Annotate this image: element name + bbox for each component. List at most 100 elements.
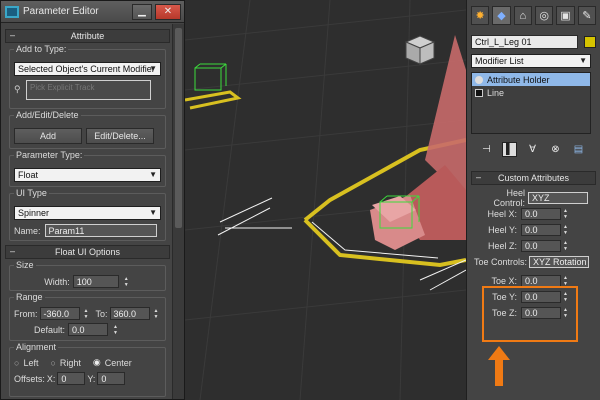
float-ui-rollout-header[interactable]: – Float UI Options bbox=[5, 245, 170, 259]
attribute-rollout: – Attribute Add to Type: Selected Object… bbox=[5, 29, 170, 241]
pick-track-icon[interactable]: ⚲ bbox=[14, 84, 26, 96]
expand-icon[interactable] bbox=[475, 88, 483, 97]
heel-y-spinner-icon[interactable]: ▲ ▼ bbox=[563, 224, 570, 236]
parameter-editor-app-icon bbox=[5, 5, 19, 18]
show-end-result-button[interactable]: ▌ bbox=[502, 142, 517, 157]
modify-icon: ◆ bbox=[497, 10, 506, 22]
stack-item-line[interactable]: Line bbox=[472, 86, 590, 99]
modifier-list-label: Modifier List bbox=[475, 56, 524, 66]
default-label: Default: bbox=[34, 324, 66, 335]
offsets-label: Offsets: bbox=[14, 373, 45, 384]
toe-controls-field[interactable]: XYZ Rotation bbox=[529, 255, 589, 268]
from-spinner-icon[interactable]: ▲ ▼ bbox=[84, 308, 91, 320]
align-right-radio[interactable]: ○ bbox=[50, 358, 55, 368]
minimize-icon: ▁ bbox=[138, 6, 146, 17]
make-unique-button[interactable]: ∀ bbox=[525, 142, 540, 157]
pick-track-field[interactable]: Pick Explicit Track bbox=[26, 80, 151, 100]
add-to-type-label: Add to Type: bbox=[14, 44, 69, 54]
heel-z-spinner-icon[interactable]: ▲ ▼ bbox=[563, 240, 570, 252]
heel-y-field[interactable]: 0.0 bbox=[521, 223, 561, 236]
align-center-radio[interactable]: ◉ bbox=[93, 357, 101, 368]
name-field[interactable]: Param11 bbox=[44, 224, 157, 237]
range-group: Range From: -360.0 ▲ ▼ To: 360.0 ▲ ▼ Defau… bbox=[9, 292, 166, 341]
heel-z-label: Heel Z: bbox=[487, 240, 517, 251]
ui-type-dropdown[interactable]: Spinner ▼ bbox=[14, 206, 161, 220]
size-label: Size bbox=[14, 260, 36, 270]
close-button[interactable]: ✕ bbox=[155, 3, 181, 20]
heel-control-field[interactable]: XYZ bbox=[528, 191, 588, 204]
custom-attributes-title: Custom Attributes bbox=[497, 173, 570, 183]
custom-attributes-header[interactable]: – Custom Attributes bbox=[471, 171, 596, 185]
tab-display[interactable]: ▣ bbox=[556, 6, 575, 25]
default-field[interactable]: 0.0 bbox=[68, 323, 109, 336]
align-center-label: Center bbox=[104, 357, 132, 368]
object-name-row: Ctrl_L_Leg 01 bbox=[471, 35, 596, 49]
view-cube-icon bbox=[404, 35, 436, 65]
float-ui-rollout-title: Float UI Options bbox=[54, 247, 121, 257]
alignment-group: Alignment ○ Left ○ Right ◉ Center Offset… bbox=[9, 342, 166, 397]
tab-utilities[interactable]: ✎ bbox=[577, 6, 596, 25]
motion-icon: ◎ bbox=[539, 10, 549, 22]
stack-item-label: Attribute Holder bbox=[487, 74, 550, 85]
object-color-swatch[interactable] bbox=[584, 36, 596, 48]
configure-sets-button[interactable]: ▤ bbox=[571, 142, 586, 157]
tab-modify[interactable]: ◆ bbox=[492, 6, 511, 25]
add-to-type-dropdown[interactable]: Selected Object's Current Modifier ▼ bbox=[14, 62, 161, 76]
parameter-editor-titlebar[interactable]: Parameter Editor ▁ ✕ bbox=[1, 1, 184, 23]
chevron-down-icon: ▼ bbox=[149, 208, 157, 217]
offset-x-field[interactable]: 0 bbox=[57, 372, 86, 385]
scrollbar-thumb[interactable] bbox=[175, 28, 182, 228]
width-spinner-icon[interactable]: ▲ ▼ bbox=[124, 276, 131, 288]
parameter-type-value: Float bbox=[18, 170, 39, 180]
to-field[interactable]: 360.0 bbox=[109, 307, 150, 320]
stack-tools: ⊣ ▌ ∀ ⊗ ▤ bbox=[479, 142, 600, 157]
configure-icon: ▤ bbox=[573, 144, 584, 155]
align-left-radio[interactable]: ○ bbox=[14, 358, 19, 368]
object-name-field[interactable]: Ctrl_L_Leg 01 bbox=[471, 35, 579, 49]
stack-item-attribute-holder[interactable]: Attribute Holder bbox=[472, 73, 590, 86]
tab-create[interactable]: ✸ bbox=[471, 6, 490, 25]
tab-hierarchy[interactable]: ⌂ bbox=[513, 6, 532, 25]
end-result-icon: ▌ bbox=[505, 144, 514, 155]
pin-stack-button[interactable]: ⊣ bbox=[479, 142, 494, 157]
parameter-type-dropdown[interactable]: Float ▼ bbox=[14, 168, 161, 182]
add-edit-delete-group: Add/Edit/Delete Add Edit/Delete... bbox=[9, 110, 166, 149]
light-bulb-icon[interactable] bbox=[475, 75, 483, 84]
modifier-list-row: Modifier List ▼ bbox=[471, 54, 596, 68]
toe-x-field[interactable]: 0.0 bbox=[521, 274, 561, 287]
attribute-rollout-title: Attribute bbox=[70, 31, 105, 41]
toe-x-label: Toe X: bbox=[491, 275, 517, 286]
heel-x-spinner-icon[interactable]: ▲ ▼ bbox=[563, 208, 570, 220]
collapse-icon: – bbox=[10, 246, 16, 256]
remove-modifier-button[interactable]: ⊗ bbox=[548, 142, 563, 157]
parameter-editor-scrollbar[interactable] bbox=[172, 24, 184, 399]
minimize-button[interactable]: ▁ bbox=[132, 3, 152, 20]
heel-control-label: Heel Control: bbox=[493, 187, 525, 208]
wrench-icon: ✎ bbox=[582, 10, 592, 22]
toe-controls-label: Toe Controls: bbox=[473, 256, 527, 267]
from-field[interactable]: -360.0 bbox=[39, 307, 80, 320]
modifier-list-dropdown[interactable]: Modifier List ▼ bbox=[471, 54, 591, 68]
default-spinner-icon[interactable]: ▲ ▼ bbox=[113, 324, 120, 336]
toe-fields-highlight bbox=[482, 286, 578, 342]
width-field[interactable]: 100 bbox=[72, 275, 119, 288]
attribute-rollout-header[interactable]: – Attribute bbox=[5, 29, 170, 43]
to-spinner-icon[interactable]: ▲ ▼ bbox=[154, 308, 161, 320]
offset-y-label: Y: bbox=[87, 373, 96, 384]
add-to-type-group: Add to Type: Selected Object's Current M… bbox=[9, 44, 166, 109]
chevron-down-icon: ▼ bbox=[149, 170, 157, 179]
heel-x-field[interactable]: 0.0 bbox=[521, 207, 561, 220]
tab-motion[interactable]: ◎ bbox=[534, 6, 554, 25]
parameter-editor-title: Parameter Editor bbox=[23, 6, 99, 17]
toe-x-spinner-icon[interactable]: ▲ ▼ bbox=[563, 275, 570, 287]
heel-x-label: Heel X: bbox=[487, 208, 517, 219]
edit-delete-button[interactable]: Edit/Delete... bbox=[86, 128, 154, 144]
heel-z-field[interactable]: 0.0 bbox=[521, 239, 561, 252]
offset-y-field[interactable]: 0 bbox=[97, 372, 126, 385]
add-button[interactable]: Add bbox=[14, 128, 82, 144]
chevron-down-icon: ▼ bbox=[149, 64, 157, 73]
add-to-type-value: Selected Object's Current Modifier bbox=[18, 64, 155, 74]
modifier-stack: Attribute Holder Line bbox=[471, 72, 591, 134]
stack-item-label: Line bbox=[487, 87, 505, 98]
pin-icon: ⊣ bbox=[482, 144, 491, 155]
